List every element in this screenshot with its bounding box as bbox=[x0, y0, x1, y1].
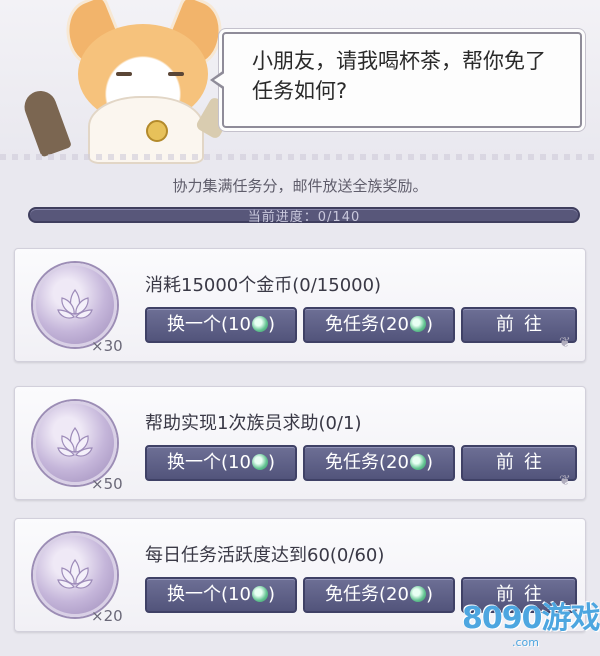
site-watermark: 8090游戏 bbox=[462, 601, 600, 636]
jade-icon bbox=[251, 316, 268, 332]
skip-task-button[interactable]: 免任务(20) bbox=[303, 307, 455, 343]
lotus-coin-icon bbox=[33, 533, 117, 617]
task-title: 帮助实现1次族员求助(0/1) bbox=[145, 413, 362, 434]
jade-icon bbox=[409, 586, 426, 602]
swap-task-button[interactable]: 换一个(10) bbox=[145, 577, 297, 613]
task-card: ×50 帮助实现1次族员求助(0/1) 换一个(10) 免任务(20) 前往 ❦ bbox=[14, 386, 586, 500]
task-title: 消耗15000个金币(0/15000) bbox=[145, 275, 382, 296]
bell-icon bbox=[146, 120, 168, 142]
jade-icon bbox=[409, 316, 426, 332]
jade-icon bbox=[251, 454, 268, 470]
npc-dialog: 小朋友，请我喝杯茶，帮你免了任务如何? bbox=[252, 49, 546, 103]
lotus-coin-icon bbox=[33, 263, 117, 347]
lotus-coin-icon bbox=[33, 401, 117, 485]
reward-count: ×50 bbox=[91, 475, 123, 493]
fox-npc-avatar bbox=[20, 0, 236, 164]
jade-icon bbox=[251, 586, 268, 602]
skip-task-button[interactable]: 免任务(20) bbox=[303, 445, 455, 481]
jade-icon bbox=[409, 454, 426, 470]
site-watermark-url: .com bbox=[512, 636, 539, 649]
leaf-ornament-icon: ❦ bbox=[559, 473, 571, 489]
leaf-ornament-icon: ❦ bbox=[559, 335, 571, 351]
swap-label: 换一个(10 bbox=[167, 452, 251, 473]
swap-task-button[interactable]: 换一个(10) bbox=[145, 307, 297, 343]
staff-icon bbox=[20, 86, 72, 158]
skip-task-button[interactable]: 免任务(20) bbox=[303, 577, 455, 613]
progress-bar: 当前进度：0/140 bbox=[28, 207, 580, 225]
npc-header: 小朋友，请我喝杯茶，帮你免了任务如何? bbox=[0, 0, 600, 164]
reward-count: ×20 bbox=[91, 607, 123, 625]
task-card: ×30 消耗15000个金币(0/15000) 换一个(10) 免任务(20) 前往 ❦ bbox=[14, 248, 586, 362]
swap-task-button[interactable]: 换一个(10) bbox=[145, 445, 297, 481]
speech-bubble: 小朋友，请我喝杯茶，帮你免了任务如何? bbox=[210, 32, 582, 128]
free-label: 免任务(20 bbox=[325, 584, 409, 605]
free-label: 免任务(20 bbox=[325, 452, 409, 473]
reward-hint: 协力集满任务分，邮件放送全族奖励。 bbox=[172, 177, 428, 195]
reward-count: ×30 bbox=[91, 337, 123, 355]
swap-label: 换一个(10 bbox=[167, 584, 251, 605]
progress-label: 当前进度：0/140 bbox=[247, 210, 361, 225]
task-title: 每日任务活跃度达到60(0/60) bbox=[145, 545, 385, 566]
swap-label: 换一个(10 bbox=[167, 314, 251, 335]
free-label: 免任务(20 bbox=[325, 314, 409, 335]
